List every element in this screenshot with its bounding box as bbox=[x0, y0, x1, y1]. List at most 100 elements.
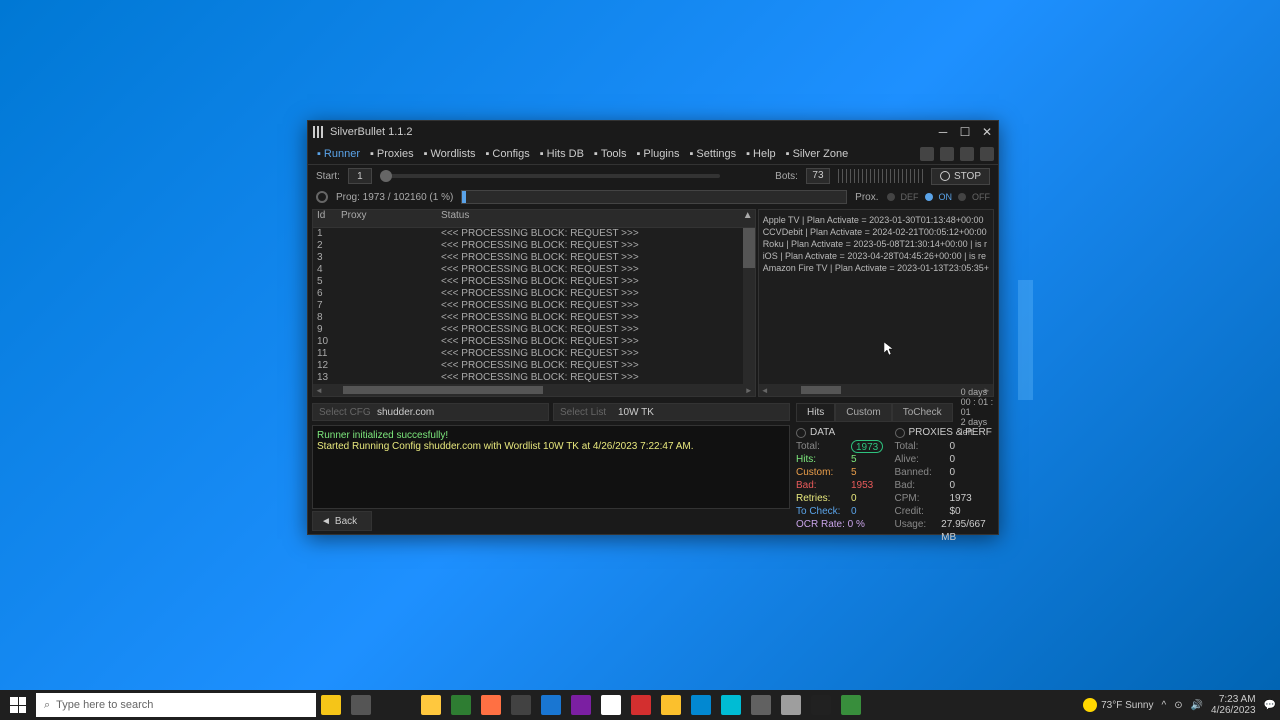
weather-widget[interactable]: 73°F Sunny bbox=[1083, 698, 1153, 712]
notifications-icon[interactable]: 💬 bbox=[1264, 700, 1276, 711]
back-arrow-icon: ◄ bbox=[321, 516, 331, 527]
hits-log: Apple TV | Plan Activate = 2023-01-30T01… bbox=[758, 209, 994, 397]
toolbar-configs[interactable]: ▪Configs bbox=[481, 146, 535, 162]
table-row[interactable]: 8<<< PROCESSING BLOCK: REQUEST >>> bbox=[313, 312, 755, 324]
tab-hits[interactable]: Hits bbox=[796, 403, 835, 422]
taskbar-app[interactable] bbox=[776, 690, 806, 720]
taskbar-app[interactable] bbox=[746, 690, 776, 720]
log-line: Roku | Plan Activate = 2023-05-08T21:30:… bbox=[763, 238, 989, 250]
toolbar-help[interactable]: ▪Help bbox=[741, 146, 781, 162]
toolbar-proxies[interactable]: ▪Proxies bbox=[365, 146, 419, 162]
col-status[interactable]: Status bbox=[441, 210, 743, 227]
elapsed-time: 0 days 00 : 01 : 01 bbox=[961, 387, 994, 417]
select-cfg[interactable]: Select CFGshudder.com bbox=[312, 403, 549, 421]
taskbar-app[interactable] bbox=[316, 690, 346, 720]
table-row[interactable]: 12<<< PROCESSING BLOCK: REQUEST >>> bbox=[313, 360, 755, 372]
select-list[interactable]: Select List10W TK bbox=[553, 403, 790, 421]
toolbar-wordlists[interactable]: ▪Wordlists bbox=[419, 146, 481, 162]
log-line: Apple TV | Plan Activate = 2023-01-30T01… bbox=[763, 214, 989, 226]
table-row[interactable]: 5<<< PROCESSING BLOCK: REQUEST >>> bbox=[313, 276, 755, 288]
table-row[interactable]: 6<<< PROCESSING BLOCK: REQUEST >>> bbox=[313, 288, 755, 300]
maximize-button[interactable]: ☐ bbox=[958, 125, 972, 139]
log-line: iOS | Plan Activate = 2023-04-28T04:45:2… bbox=[763, 250, 989, 262]
bots-value[interactable]: 73 bbox=[806, 168, 830, 184]
table-row[interactable]: 11<<< PROCESSING BLOCK: REQUEST >>> bbox=[313, 348, 755, 360]
search-box[interactable]: ⌕Type here to search bbox=[36, 693, 316, 717]
toolbar-silver-zone[interactable]: ▪Silver Zone bbox=[781, 146, 854, 162]
prox-label: Prox. bbox=[855, 192, 878, 203]
screenshot-icon[interactable] bbox=[940, 147, 954, 161]
chat-icon[interactable] bbox=[960, 147, 974, 161]
taskbar: ⌕Type here to search 73°F Sunny ^ ⊙ 🔊 7:… bbox=[0, 690, 1280, 720]
table-row[interactable]: 4<<< PROCESSING BLOCK: REQUEST >>> bbox=[313, 264, 755, 276]
taskbar-app[interactable] bbox=[476, 690, 506, 720]
table-row[interactable]: 3<<< PROCESSING BLOCK: REQUEST >>> bbox=[313, 252, 755, 264]
bots-slider[interactable] bbox=[838, 169, 923, 183]
task-view-button[interactable] bbox=[346, 690, 376, 720]
log-line: Amazon Fire TV | Plan Activate = 2023-01… bbox=[763, 262, 989, 274]
taskbar-app[interactable] bbox=[806, 690, 836, 720]
taskbar-app[interactable] bbox=[566, 690, 596, 720]
sun-icon bbox=[1083, 698, 1097, 712]
toolbar-tools[interactable]: ▪Tools bbox=[589, 146, 632, 162]
refresh-icon[interactable] bbox=[796, 428, 806, 438]
toolbar-runner[interactable]: ▪Runner bbox=[312, 146, 365, 162]
toolbar-plugins[interactable]: ▪Plugins bbox=[632, 146, 685, 162]
main-toolbar: ▪Runner▪Proxies▪Wordlists▪Configs▪Hits D… bbox=[308, 143, 998, 165]
progress-label: Prog: 1973 / 102160 (1 %) bbox=[336, 192, 453, 203]
progress-bar bbox=[461, 190, 847, 204]
stop-button[interactable]: STOP bbox=[931, 168, 990, 185]
taskbar-app[interactable] bbox=[626, 690, 656, 720]
minimize-button[interactable]: ─ bbox=[936, 125, 950, 139]
toolbar-hits-db[interactable]: ▪Hits DB bbox=[535, 146, 589, 162]
taskbar-app[interactable] bbox=[686, 690, 716, 720]
col-id[interactable]: Id bbox=[313, 210, 341, 227]
prox-toggle[interactable]: DEF ON OFF bbox=[887, 192, 991, 202]
window-title: SilverBullet 1.1.2 bbox=[330, 126, 936, 138]
titlebar[interactable]: SilverBullet 1.1.2 ─ ☐ ✕ bbox=[308, 121, 998, 143]
table-row[interactable]: 7<<< PROCESSING BLOCK: REQUEST >>> bbox=[313, 300, 755, 312]
history-icon[interactable] bbox=[920, 147, 934, 161]
clock[interactable]: 7:23 AM4/26/2023 bbox=[1211, 694, 1256, 716]
taskbar-app[interactable] bbox=[656, 690, 686, 720]
start-input[interactable] bbox=[348, 168, 372, 184]
close-button[interactable]: ✕ bbox=[980, 125, 994, 139]
table-row[interactable]: 1<<< PROCESSING BLOCK: REQUEST >>> bbox=[313, 228, 755, 240]
taskbar-app[interactable] bbox=[716, 690, 746, 720]
log-hscroll[interactable]: ◄► bbox=[759, 384, 993, 396]
tray-volume-icon[interactable]: 🔊 bbox=[1191, 700, 1203, 711]
app-window: SilverBullet 1.1.2 ─ ☐ ✕ ▪Runner▪Proxies… bbox=[307, 120, 999, 535]
tray-icon[interactable]: ⊙ bbox=[1174, 700, 1182, 711]
taskbar-app[interactable] bbox=[596, 690, 626, 720]
table-row[interactable]: 10<<< PROCESSING BLOCK: REQUEST >>> bbox=[313, 336, 755, 348]
taskbar-app[interactable] bbox=[416, 690, 446, 720]
tray-chevron-icon[interactable]: ^ bbox=[1162, 700, 1167, 711]
toolbar-settings[interactable]: ▪Settings bbox=[684, 146, 741, 162]
bots-label: Bots: bbox=[775, 171, 798, 182]
progress-row: Prog: 1973 / 102160 (1 %) Prox. DEF ON O… bbox=[308, 187, 998, 207]
refresh-icon[interactable] bbox=[895, 428, 905, 438]
start-button[interactable] bbox=[0, 690, 36, 720]
taskbar-app[interactable] bbox=[446, 690, 476, 720]
perf-stats: PROXIES & PERF Total:0 Alive:0 Banned:0 … bbox=[895, 427, 995, 531]
progress-icon bbox=[316, 191, 328, 203]
log-line: CCVDebit | Plan Activate = 2024-02-21T00… bbox=[763, 226, 989, 238]
col-proxy[interactable]: Proxy bbox=[341, 210, 441, 227]
table-row[interactable]: 9<<< PROCESSING BLOCK: REQUEST >>> bbox=[313, 324, 755, 336]
console-output: Runner initialized succesfully! Started … bbox=[312, 425, 790, 509]
table-vscroll[interactable] bbox=[743, 228, 755, 384]
table-row[interactable]: 2<<< PROCESSING BLOCK: REQUEST >>> bbox=[313, 240, 755, 252]
mouse-cursor bbox=[884, 342, 894, 356]
tab-custom[interactable]: Custom bbox=[835, 403, 891, 422]
telegram-icon[interactable] bbox=[980, 147, 994, 161]
back-button[interactable]: ◄Back bbox=[312, 511, 372, 531]
config-row: Start: Bots: 73 STOP bbox=[308, 165, 998, 187]
tab-tocheck[interactable]: ToCheck bbox=[892, 403, 953, 422]
desktop-accent bbox=[1018, 280, 1033, 400]
table-row[interactable]: 13<<< PROCESSING BLOCK: REQUEST >>> bbox=[313, 372, 755, 384]
start-slider[interactable] bbox=[380, 174, 720, 178]
taskbar-app[interactable] bbox=[836, 690, 866, 720]
taskbar-app[interactable] bbox=[536, 690, 566, 720]
table-hscroll[interactable]: ◄► bbox=[313, 384, 755, 396]
taskbar-app[interactable] bbox=[506, 690, 536, 720]
